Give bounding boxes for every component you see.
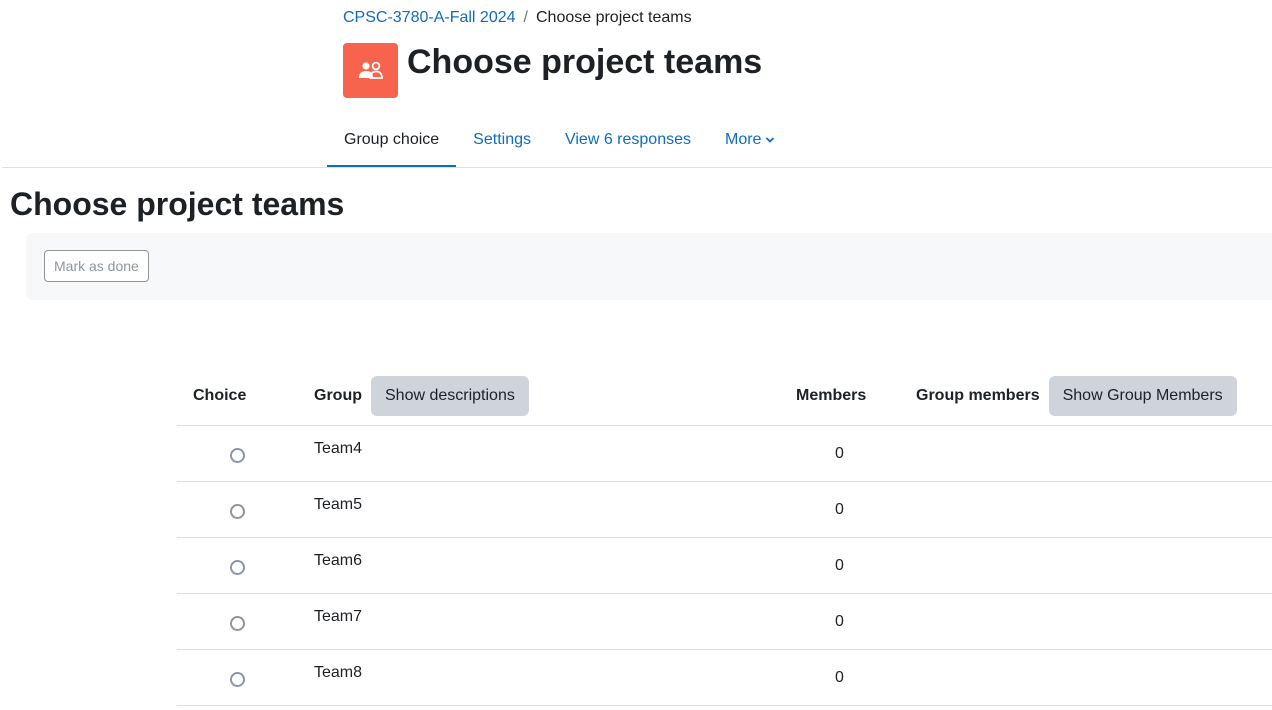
breadcrumb-separator: /: [523, 9, 528, 26]
nav-divider: [2, 167, 1272, 168]
header-group: Group Show descriptions: [314, 366, 529, 426]
mark-as-done-button[interactable]: Mark as done: [44, 250, 149, 282]
group-name: Team4: [314, 440, 363, 457]
activity-title: Choose project teams: [10, 186, 345, 222]
tab-more[interactable]: More: [708, 112, 792, 168]
table-row: Team8 0: [177, 650, 1272, 706]
header-label: Group members: [916, 387, 1040, 404]
group-name: Team6: [314, 552, 363, 569]
table-row: Team7 0: [177, 594, 1272, 650]
page-header-title: Choose project teams: [407, 43, 763, 81]
group-choice-table: Choice Group Show descriptions Members G…: [177, 366, 1272, 706]
member-count: 0: [835, 669, 844, 686]
tab-label: View 6 responses: [564, 131, 691, 148]
header-label: Choice: [193, 387, 247, 404]
table-row: Team6 0: [177, 538, 1272, 594]
table-row: Team4 0: [177, 426, 1272, 482]
choice-radio[interactable]: [230, 448, 245, 463]
group-name: Team7: [314, 608, 363, 625]
group-name: Team8: [314, 664, 363, 681]
tab-settings[interactable]: Settings: [456, 112, 548, 168]
table-header: Choice Group Show descriptions Members G…: [177, 366, 1272, 426]
header-members: Members: [796, 366, 866, 426]
member-count: 0: [835, 445, 844, 462]
header-choice: Choice: [193, 366, 246, 426]
tab-label: Settings: [473, 131, 531, 148]
show-descriptions-button[interactable]: Show descriptions: [371, 376, 529, 416]
tab-view-responses[interactable]: View 6 responses: [548, 112, 708, 168]
choice-radio[interactable]: [230, 504, 245, 519]
member-count: 0: [835, 557, 844, 574]
table-row: Team5 0: [177, 482, 1272, 538]
group-choice-icon: [343, 43, 398, 98]
member-count: 0: [835, 613, 844, 630]
group-name: Team5: [314, 496, 363, 513]
tab-label: Group choice: [344, 131, 440, 148]
header-label: Group: [314, 387, 362, 404]
breadcrumb-current: Choose project teams: [535, 9, 692, 26]
activity-completion-panel: Mark as done: [26, 233, 1272, 300]
show-group-members-button[interactable]: Show Group Members: [1048, 376, 1237, 416]
chevron-down-icon: [765, 136, 775, 144]
secondary-navigation: Group choice Settings View 6 responses M…: [327, 112, 792, 168]
choice-radio[interactable]: [230, 672, 245, 687]
tab-group-choice[interactable]: Group choice: [327, 112, 457, 168]
header-group-members: Group members Show Group Members: [916, 366, 1237, 426]
choice-radio[interactable]: [230, 560, 245, 575]
choice-radio[interactable]: [230, 616, 245, 631]
breadcrumb: CPSC-3780-A-Fall 2024 / Choose project t…: [343, 8, 692, 28]
tab-label: More: [724, 131, 762, 148]
header-label: Members: [796, 387, 867, 404]
breadcrumb-course-link[interactable]: CPSC-3780-A-Fall 2024: [343, 8, 516, 28]
member-count: 0: [835, 501, 844, 518]
